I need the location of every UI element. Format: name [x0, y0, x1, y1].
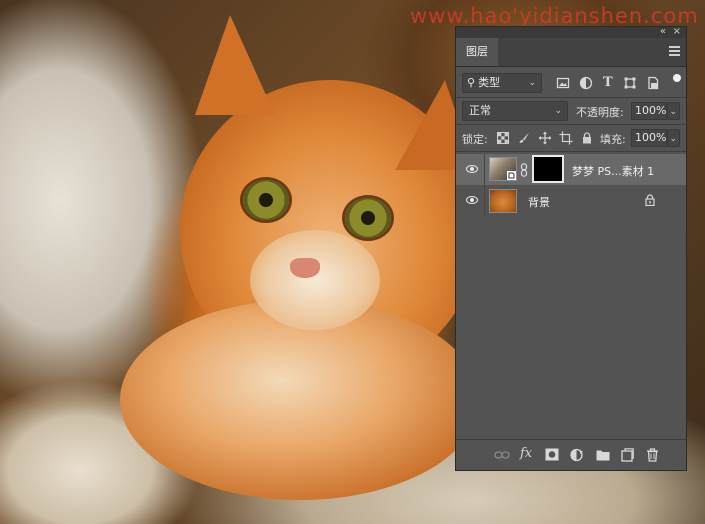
- fill-field[interactable]: 100%: [631, 129, 667, 147]
- panel-title-strip: « ×: [456, 26, 686, 38]
- fill-slider-toggle[interactable]: ⌄: [667, 129, 680, 147]
- lock-label: 锁定:: [462, 133, 488, 146]
- layers-bottom-toolbar: fx: [456, 439, 686, 470]
- group-folder-icon[interactable]: [596, 449, 610, 461]
- layers-panel: « × 图层 ⚲ 类型 ⌄ T 正常 ⌄ 不透明度: 100% ⌄ 锁定: 填充…: [456, 26, 686, 470]
- divider: [484, 185, 485, 216]
- visibility-eye-icon[interactable]: [466, 196, 478, 204]
- layer-row-background[interactable]: 背景: [456, 185, 686, 216]
- visibility-eye-icon[interactable]: [466, 165, 478, 173]
- layer-row-smart-object[interactable]: 梦梦 PS...素材 1: [456, 154, 686, 185]
- fill-label: 填充:: [600, 133, 626, 146]
- chevron-down-icon: ⌄: [669, 134, 677, 144]
- lock-artboard-icon[interactable]: [559, 131, 573, 145]
- chevron-down-icon: ⌄: [669, 107, 677, 117]
- cat-nose: [290, 258, 320, 278]
- cat-eye-left: [243, 180, 289, 220]
- filter-row: ⚲ 类型 ⌄ T: [456, 67, 686, 97]
- lock-all-icon[interactable]: [580, 131, 594, 145]
- opacity-slider-toggle[interactable]: ⌄: [667, 102, 680, 120]
- image-filter-icon[interactable]: [556, 76, 570, 90]
- trash-icon[interactable]: [646, 448, 659, 462]
- blend-mode-value: 正常: [469, 104, 491, 117]
- chain-link-icon[interactable]: [520, 163, 528, 177]
- cat-eye-right: [345, 198, 391, 238]
- lock-transparent-pixels-icon[interactable]: [496, 131, 510, 145]
- link-layers-icon[interactable]: [494, 450, 510, 460]
- divider: [484, 154, 485, 185]
- fx-icon[interactable]: fx: [520, 447, 532, 461]
- type-filter-icon[interactable]: T: [603, 75, 613, 90]
- collapse-panel-icon[interactable]: «: [660, 26, 666, 37]
- layer-mask-thumbnail[interactable]: [532, 155, 564, 183]
- chevron-down-icon: ⌄: [554, 106, 562, 116]
- layer-thumbnail[interactable]: [489, 189, 517, 213]
- layer-name[interactable]: 梦梦 PS...素材 1: [572, 163, 654, 179]
- chevron-down-icon: ⌄: [528, 78, 536, 88]
- close-panel-icon[interactable]: ×: [673, 26, 681, 37]
- blend-row: 正常 ⌄ 不透明度: 100% ⌄: [456, 98, 686, 124]
- opacity-label: 不透明度:: [576, 106, 624, 119]
- cat-body: [120, 300, 480, 500]
- search-icon: ⚲: [467, 76, 476, 89]
- panel-tab-bar: 图层: [456, 38, 686, 67]
- blend-mode-dropdown[interactable]: 正常 ⌄: [462, 101, 568, 121]
- tab-layers[interactable]: 图层: [456, 38, 498, 66]
- filter-kind-label: 类型: [478, 76, 501, 89]
- smart-object-badge-icon: [507, 171, 516, 180]
- lock-icon: [645, 194, 655, 206]
- layer-name[interactable]: 背景: [528, 194, 550, 210]
- panel-menu-icon[interactable]: [669, 46, 680, 56]
- opacity-field[interactable]: 100%: [631, 102, 667, 120]
- adjustment-layer-icon[interactable]: [570, 448, 584, 462]
- divider: [456, 151, 686, 152]
- filter-kind-dropdown[interactable]: ⚲ 类型 ⌄: [462, 73, 542, 93]
- lock-image-pixels-icon[interactable]: [517, 131, 531, 145]
- add-mask-icon[interactable]: [545, 448, 559, 461]
- new-layer-icon[interactable]: [621, 448, 634, 462]
- lock-row: 锁定: 填充: 100% ⌄: [456, 125, 686, 151]
- smart-object-filter-icon[interactable]: [646, 76, 660, 90]
- shape-filter-icon[interactable]: [623, 76, 637, 90]
- filter-toggle[interactable]: [673, 74, 681, 82]
- cat-muzzle: [250, 230, 380, 330]
- layer-thumbnail[interactable]: [489, 157, 517, 181]
- adjustment-filter-icon[interactable]: [579, 76, 593, 90]
- lock-position-icon[interactable]: [538, 131, 552, 145]
- cat-ear-left: [195, 15, 275, 115]
- watermark-text: www.hao'yidianshen.com: [410, 4, 699, 28]
